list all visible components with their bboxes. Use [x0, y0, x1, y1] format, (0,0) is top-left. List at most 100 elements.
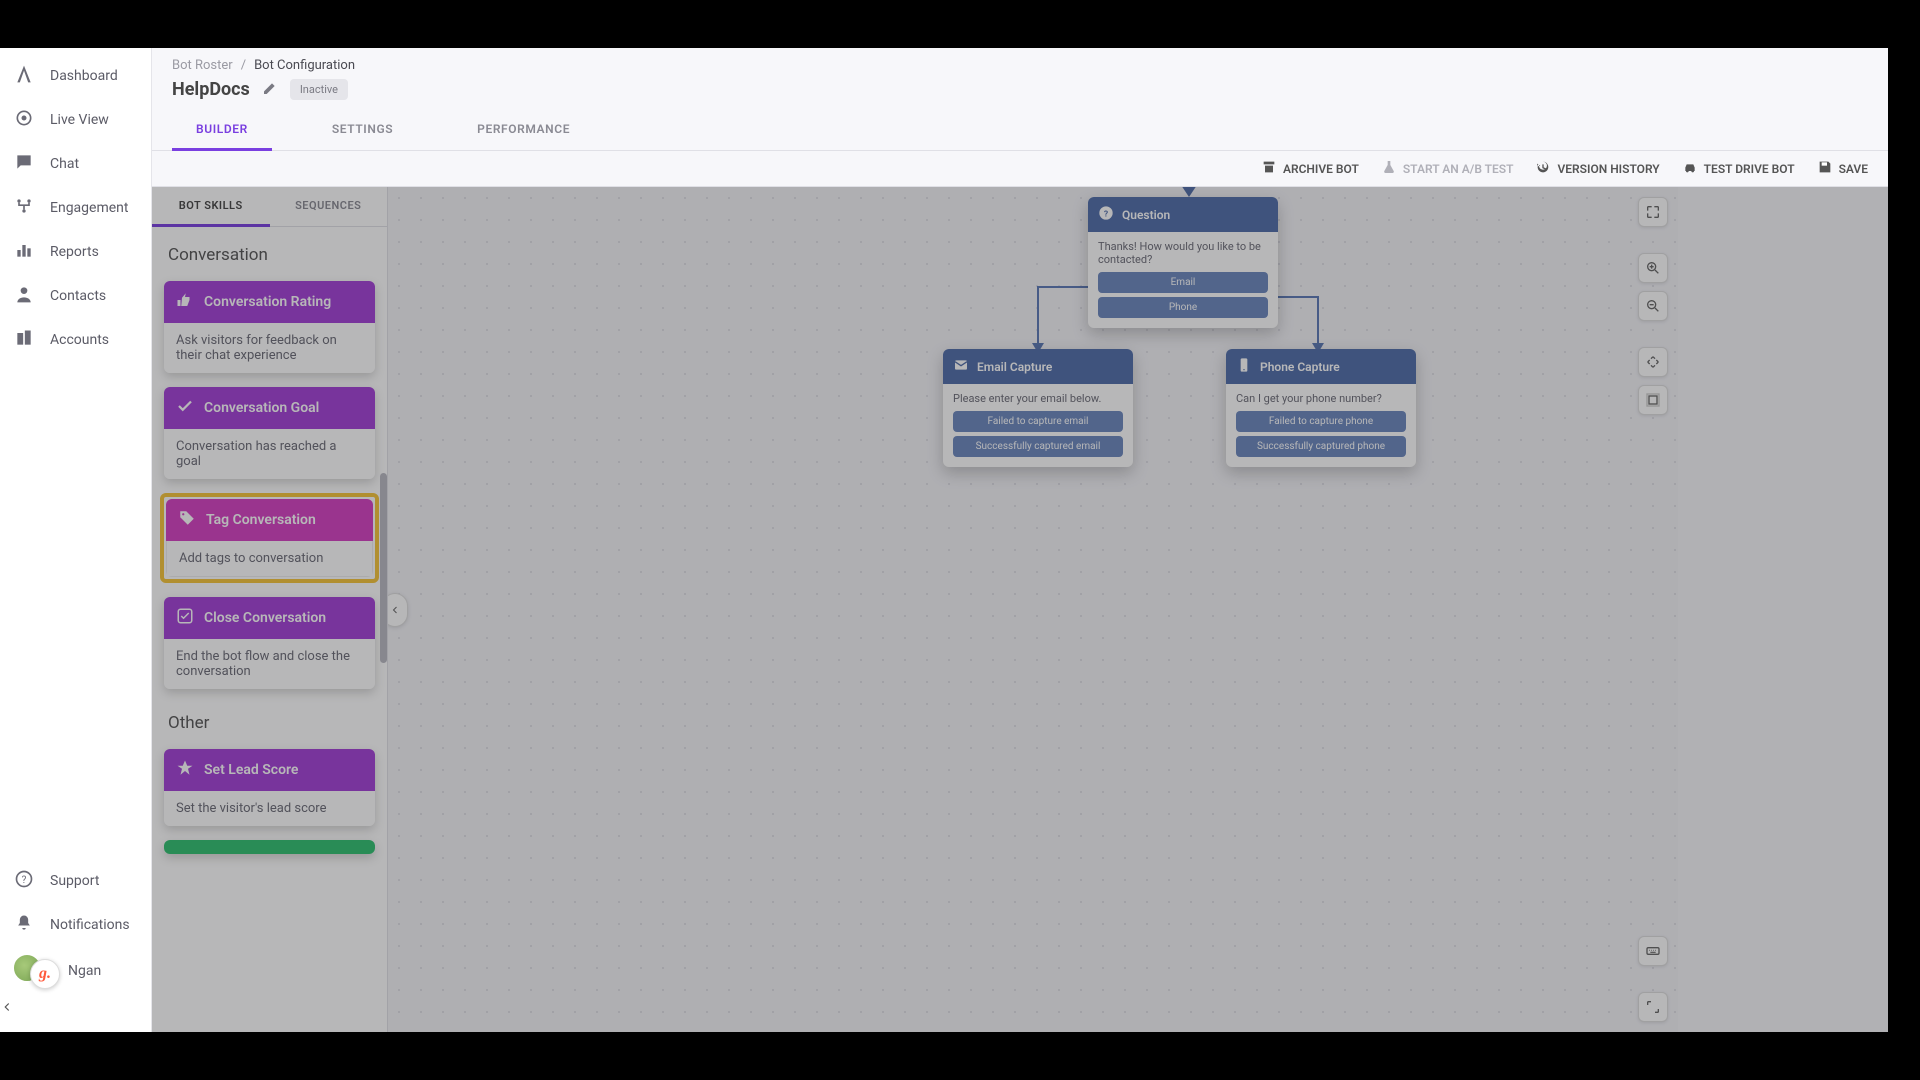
start-abtest-button[interactable]: START AN A/B TEST	[1381, 159, 1514, 178]
bar-chart-icon	[14, 240, 34, 264]
node-option-phone[interactable]: Phone	[1098, 297, 1268, 318]
sidebar-item-notifications[interactable]: Notifications	[0, 903, 151, 947]
action-bar: ARCHIVE BOT START AN A/B TEST VERSION HI…	[152, 151, 1888, 187]
flow-node-email-capture[interactable]: Email Capture Please enter your email be…	[943, 349, 1133, 467]
flow-node-phone-capture[interactable]: Phone Capture Can I get your phone numbe…	[1226, 349, 1416, 467]
sidebar-item-label: Contacts	[50, 288, 106, 304]
sidebar-item-label: Accounts	[50, 332, 109, 348]
tab-builder[interactable]: BUILDER	[172, 110, 272, 151]
action-label: TEST DRIVE BOT	[1704, 162, 1795, 176]
node-outcome-ok[interactable]: Successfully captured email	[953, 436, 1123, 457]
sidebar-item-label: Engagement	[50, 200, 128, 216]
sidebar-item-engagement[interactable]: Engagement	[0, 186, 151, 230]
breadcrumb-root[interactable]: Bot Roster	[172, 58, 233, 73]
check-icon	[176, 397, 194, 419]
node-outcome-ok[interactable]: Successfully captured phone	[1236, 436, 1406, 457]
save-icon	[1817, 159, 1833, 178]
sidebar-item-label: Dashboard	[50, 68, 118, 84]
action-label: SAVE	[1839, 162, 1868, 176]
bot-title: HelpDocs	[172, 79, 250, 100]
user-name: Ngan	[68, 963, 101, 979]
branch-icon	[14, 196, 34, 220]
node-title: Phone Capture	[1260, 360, 1340, 374]
tab-settings[interactable]: SETTINGS	[308, 110, 417, 150]
node-outcome-fail[interactable]: Failed to capture email	[953, 411, 1123, 432]
panel-scrollbar[interactable]	[379, 223, 387, 1032]
tab-bot-skills[interactable]: BOT SKILLS	[152, 187, 270, 227]
action-label: START AN A/B TEST	[1403, 162, 1514, 176]
save-button[interactable]: SAVE	[1817, 159, 1868, 178]
version-history-button[interactable]: VERSION HISTORY	[1535, 159, 1659, 178]
sidebar-item-label: Support	[50, 873, 99, 889]
node-message: Thanks! How would you like to be contact…	[1098, 240, 1268, 266]
node-option-email[interactable]: Email	[1098, 272, 1268, 293]
zoom-in-button[interactable]	[1638, 253, 1668, 283]
skill-tag-conversation[interactable]: Tag Conversation Add tags to conversatio…	[166, 499, 373, 577]
section-heading-conversation: Conversation	[162, 235, 377, 273]
skill-desc: Ask visitors for feedback on their chat …	[164, 323, 375, 373]
tab-performance[interactable]: PERFORMANCE	[453, 110, 594, 150]
help-icon: ?	[14, 869, 34, 893]
node-message: Can I get your phone number?	[1236, 392, 1406, 405]
phone-icon	[1236, 357, 1252, 376]
node-title: Question	[1122, 208, 1170, 222]
sidebar-item-accounts[interactable]: Accounts	[0, 318, 151, 362]
sidebar-item-label: Live View	[50, 112, 109, 128]
node-title: Email Capture	[977, 360, 1052, 374]
node-message: Please enter your email below.	[953, 392, 1123, 405]
keyboard-button[interactable]	[1638, 936, 1668, 966]
target-icon	[14, 108, 34, 132]
email-icon	[953, 357, 969, 376]
edit-title-button[interactable]	[262, 80, 278, 100]
sidebar-item-dashboard[interactable]: Dashboard	[0, 54, 151, 98]
node-outcome-fail[interactable]: Failed to capture phone	[1236, 411, 1406, 432]
thumbs-icon	[176, 291, 194, 313]
skill-set-lead-score[interactable]: Set Lead Score Set the visitor's lead sc…	[164, 749, 375, 826]
tag-icon	[178, 509, 196, 531]
skill-title: Close Conversation	[204, 610, 326, 626]
sidebar-item-reports[interactable]: Reports	[0, 230, 151, 274]
skill-desc: Set the visitor's lead score	[164, 791, 375, 826]
zoom-out-button[interactable]	[1638, 291, 1668, 321]
bell-icon	[14, 913, 34, 937]
star-icon	[176, 759, 194, 781]
skill-title: Conversation Goal	[204, 400, 319, 416]
fit-view-button[interactable]	[1638, 347, 1668, 377]
archive-bot-button[interactable]: ARCHIVE BOT	[1261, 159, 1359, 178]
chat-icon	[14, 152, 34, 176]
test-drive-button[interactable]: TEST DRIVE BOT	[1682, 159, 1795, 178]
canvas-tool-rail	[1638, 197, 1668, 415]
skill-conversation-rating[interactable]: Conversation Rating Ask visitors for fee…	[164, 281, 375, 373]
avatar: g.	[12, 953, 58, 989]
breadcrumb-sep: /	[241, 58, 246, 73]
sidebar-item-label: Reports	[50, 244, 99, 260]
question-icon: ?	[1098, 205, 1114, 224]
sidebar-item-contacts[interactable]: Contacts	[0, 274, 151, 318]
highlighted-skill: Tag Conversation Add tags to conversatio…	[160, 493, 379, 583]
building-icon	[14, 328, 34, 352]
skill-next-peek[interactable]	[164, 840, 375, 854]
skill-close-conversation[interactable]: Close Conversation End the bot flow and …	[164, 597, 375, 689]
flow-canvas[interactable]: ? Question Thanks! How would you like to…	[388, 187, 1678, 1032]
sidebar-item-liveview[interactable]: Live View	[0, 98, 151, 142]
logo-icon	[14, 64, 34, 88]
flask-icon	[1381, 159, 1397, 178]
fullscreen-button[interactable]	[1638, 197, 1668, 227]
svg-text:?: ?	[1104, 209, 1108, 219]
flow-node-question[interactable]: ? Question Thanks! How would you like to…	[1088, 197, 1278, 328]
user-menu[interactable]: g. Ngan	[0, 947, 151, 995]
center-button[interactable]	[1638, 385, 1668, 415]
skill-desc: Add tags to conversation	[166, 541, 373, 577]
sidebar-collapse-button[interactable]	[0, 999, 151, 1018]
skill-title: Tag Conversation	[206, 512, 316, 528]
car-icon	[1682, 159, 1698, 178]
tab-sequences[interactable]: SEQUENCES	[270, 187, 388, 226]
config-tabs: BUILDER SETTINGS PERFORMANCE	[152, 110, 1888, 151]
avatar-initial: g.	[30, 959, 60, 989]
status-badge: Inactive	[290, 79, 348, 100]
sidebar-item-chat[interactable]: Chat	[0, 142, 151, 186]
flow-entry-arrow	[1181, 187, 1197, 197]
expand-button[interactable]	[1638, 992, 1668, 1022]
skill-conversation-goal[interactable]: Conversation Goal Conversation has reach…	[164, 387, 375, 479]
sidebar-item-support[interactable]: ? Support	[0, 859, 151, 903]
